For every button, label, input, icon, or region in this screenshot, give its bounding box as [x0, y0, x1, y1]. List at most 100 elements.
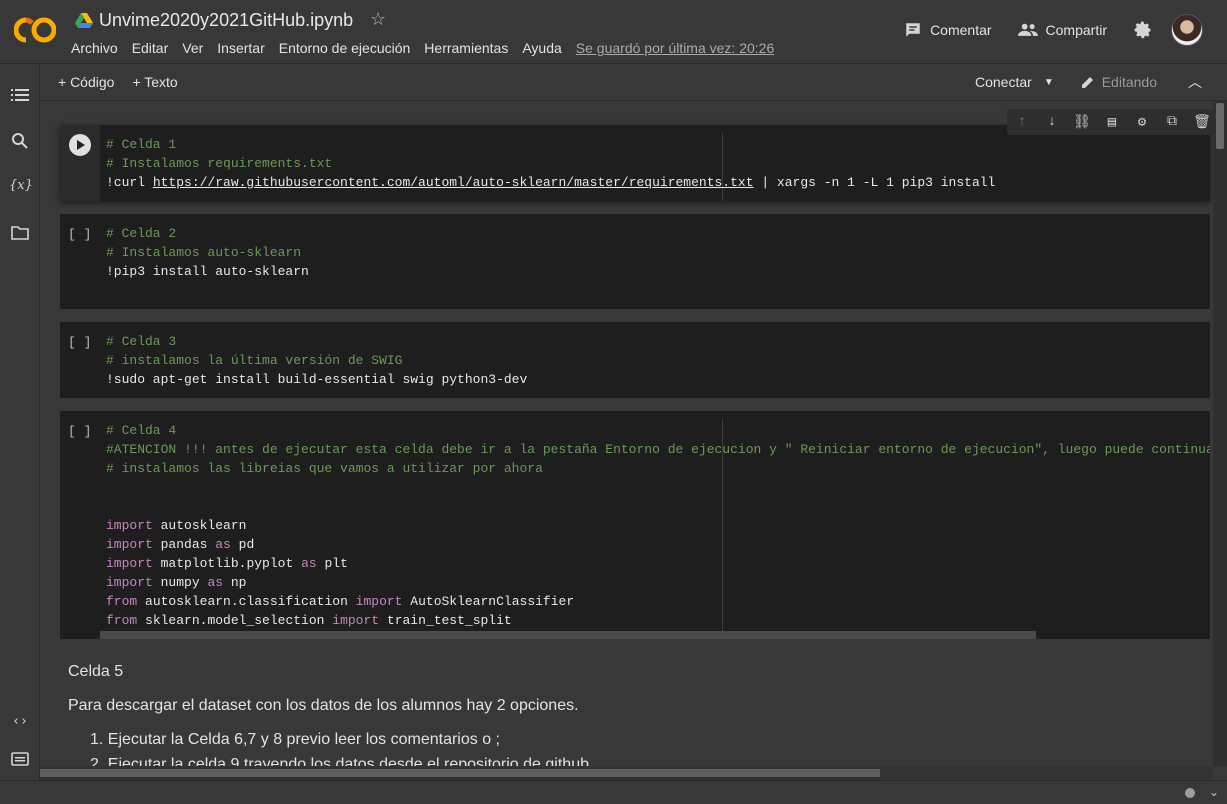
menu-editar[interactable]: Editar [132, 40, 169, 56]
collapse-header-icon[interactable]: ︿ [1183, 72, 1207, 92]
link-icon[interactable]: ⛓ [1073, 114, 1091, 131]
list-item: 2. Ejecutar la celda 9 trayendo los dato… [90, 756, 589, 766]
code-text: | xargs -n 1 -L 1 pip3 install [753, 175, 996, 190]
code-comment: # Celda 1 [106, 137, 177, 152]
cell-gutter: [ ] [60, 322, 100, 398]
vertical-scrollbar[interactable] [1213, 101, 1227, 766]
connect-button[interactable]: Conectar ▼ [975, 74, 1054, 90]
dropdown-arrow-icon[interactable]: ▼ [1044, 77, 1054, 88]
menu-ayuda[interactable]: Ayuda [522, 40, 561, 56]
colab-window: Unvime2020y2021GitHub.ipynb ☆ Archivo Ed… [0, 0, 1227, 804]
pencil-icon [1081, 77, 1093, 88]
editing-mode[interactable]: Editando [1080, 74, 1157, 90]
code-keyword: import [355, 594, 403, 609]
move-up-icon[interactable]: ↑ [1013, 114, 1031, 130]
code-url-link[interactable]: https://raw.githubusercontent.com/automl… [153, 175, 754, 190]
search-icon[interactable] [11, 132, 29, 150]
cell-settings-icon[interactable]: ⚙ [1133, 114, 1151, 131]
cell-4-code[interactable]: # Celda 4 #ATENCION !!! antes de ejecuta… [106, 421, 1210, 630]
status-dot-icon[interactable] [1185, 788, 1195, 798]
code-comment: # Celda 4 [106, 423, 177, 438]
last-saved-link[interactable]: Se guardó por última vez: 20:26 [576, 40, 774, 56]
code-text: !curl [106, 175, 153, 190]
code-comment: # Instalamos requirements.txt [106, 156, 333, 171]
code-text: AutoSklearnClassifier [410, 594, 575, 609]
comment-cell-icon[interactable]: ▤ [1103, 114, 1121, 131]
cell-gutter: [ ] [60, 214, 100, 309]
code-keyword: from [106, 613, 138, 628]
code-keyword: as [215, 537, 231, 552]
menu-herramientas[interactable]: Herramientas [424, 40, 508, 56]
comment-button[interactable]: Comentar [904, 21, 992, 39]
left-sidebar: {x} ‹› [0, 64, 40, 780]
scrollbar-thumb[interactable] [40, 769, 880, 777]
code-text: pandas [160, 537, 216, 552]
code-snippets-icon[interactable]: ‹› [11, 714, 29, 732]
code-keyword: as [207, 575, 224, 590]
delete-icon[interactable]: 🗑 [1193, 114, 1211, 131]
cell-3-code[interactable]: # Celda 3 # instalamos la última versión… [106, 332, 527, 389]
scrollbar-thumb[interactable] [1216, 103, 1224, 149]
code-text: pd [230, 537, 255, 552]
code-text: !sudo apt-get install build-essential sw… [106, 372, 528, 387]
notebook-title[interactable]: Unvime2020y2021GitHub.ipynb [99, 10, 353, 31]
code-keyword: import [332, 613, 380, 628]
share-button[interactable]: Compartir [1017, 22, 1107, 38]
editing-label: Editando [1101, 74, 1157, 90]
chevron-down-icon[interactable]: ⌄ [1209, 785, 1219, 799]
code-cell-1[interactable]: # Celda 1 # Instalamos requirements.txt … [60, 109, 1213, 201]
add-text-button[interactable]: + Texto [132, 74, 177, 90]
execution-count[interactable]: [ ] [68, 424, 91, 439]
folder-icon[interactable] [11, 224, 29, 242]
code-text: sklearn.model_selection [145, 613, 333, 628]
code-keyword: import [106, 518, 153, 533]
connect-label: Conectar [975, 74, 1032, 90]
execution-count[interactable]: [ ] [68, 227, 91, 242]
code-text: np [223, 575, 247, 590]
add-code-button[interactable]: + Código [58, 74, 114, 90]
user-avatar[interactable] [1171, 14, 1203, 46]
execution-count[interactable]: [ ] [68, 335, 91, 350]
menu-archivo[interactable]: Archivo [71, 40, 118, 56]
cell-horizontal-scrollbar[interactable] [100, 631, 1036, 639]
horizontal-scrollbar[interactable] [40, 766, 1213, 780]
code-cell-3[interactable]: [ ] # Celda 3 # instalamos la última ver… [60, 322, 1210, 398]
code-keyword: import [106, 556, 153, 571]
move-down-icon[interactable]: ↓ [1043, 114, 1061, 130]
menu-ver[interactable]: Ver [182, 40, 203, 56]
notebook-toolbar: + Código + Texto Conectar ▼ Editando ︿ [40, 64, 1227, 101]
code-keyword: import [106, 537, 153, 552]
markdown-paragraph: Para descargar el dataset con los datos … [68, 697, 579, 714]
variables-icon[interactable]: {x} [9, 178, 33, 196]
colab-logo-icon[interactable] [14, 16, 56, 44]
notebook-content: # Celda 1 # Instalamos requirements.txt … [40, 101, 1213, 766]
code-text: autosklearn.classification [145, 594, 356, 609]
comment-label: Comentar [930, 22, 992, 38]
document-title: Unvime2020y2021GitHub.ipynb [75, 10, 353, 31]
code-keyword: import [106, 575, 153, 590]
code-cell-4[interactable]: [ ] # Celda 4 #ATENCION !!! antes de eje… [60, 411, 1210, 639]
status-bar: ⌄ [0, 780, 1227, 804]
cell-1-code[interactable]: # Celda 1 # Instalamos requirements.txt … [106, 135, 995, 192]
code-cell-2[interactable]: [ ] # Celda 2 # Instalamos auto-sklearn … [60, 214, 1210, 309]
menu-entorno[interactable]: Entorno de ejecución [279, 40, 411, 56]
menu-insertar[interactable]: Insertar [217, 40, 264, 56]
code-comment: # instalamos la última versión de SWIG [106, 353, 403, 368]
settings-gear-icon[interactable] [1133, 20, 1153, 40]
header-actions: Comentar Compartir [904, 14, 1227, 46]
cell-toolbar: ↑ ↓ ⛓ ▤ ⚙ ⧉ 🗑 ⋮ [1007, 109, 1213, 135]
cell-2-code[interactable]: # Celda 2 # Instalamos auto-sklearn !pip… [106, 224, 309, 281]
code-text: numpy [160, 575, 208, 590]
run-cell-button[interactable] [69, 134, 91, 156]
star-icon[interactable]: ☆ [370, 9, 386, 30]
mirror-cell-icon[interactable]: ⧉ [1163, 114, 1181, 130]
code-text: autosklearn [160, 518, 247, 533]
code-keyword: as [301, 556, 317, 571]
markdown-heading: Celda 5 [68, 663, 124, 680]
code-comment: # Celda 2 [106, 226, 177, 241]
table-of-contents-icon[interactable] [11, 86, 29, 104]
code-keyword: from [106, 594, 138, 609]
terminal-keyboard-icon[interactable] [11, 750, 29, 768]
code-comment: # instalamos las libreias que vamos a ut… [106, 461, 543, 476]
header: Unvime2020y2021GitHub.ipynb ☆ Archivo Ed… [0, 0, 1227, 64]
